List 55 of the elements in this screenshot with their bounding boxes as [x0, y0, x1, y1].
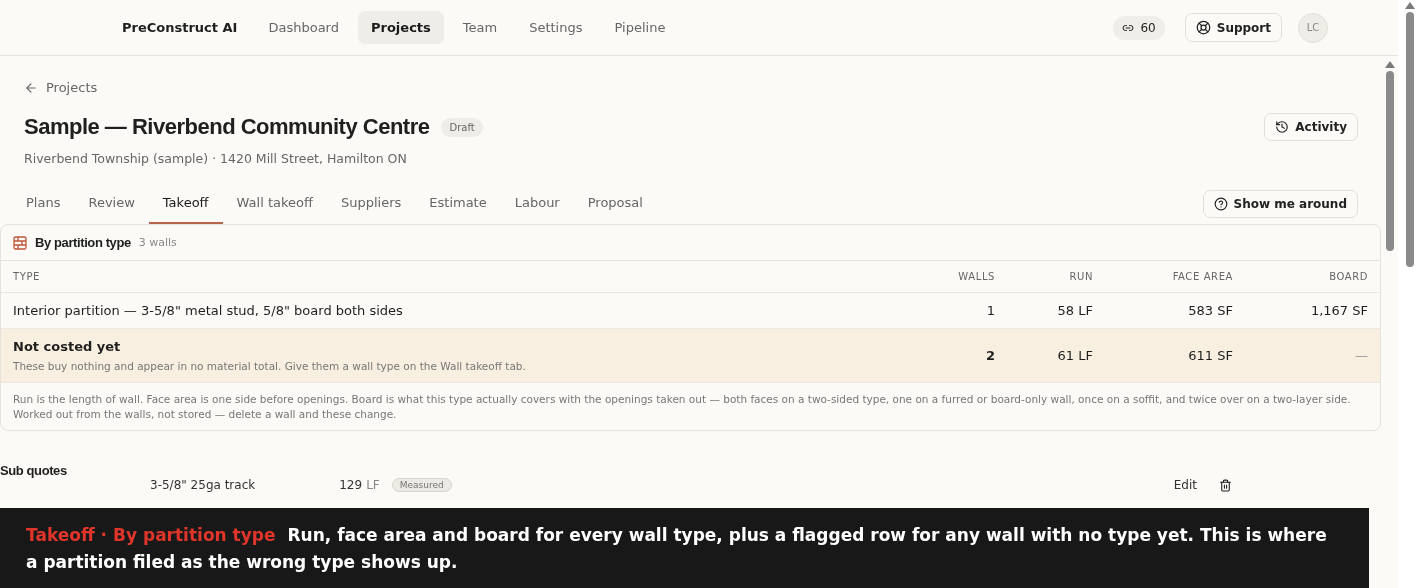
tour-button[interactable]: Show me around [1202, 190, 1358, 218]
row-note: These buy nothing and appear in no material total. Give them a wall type on the Wall takeoff tab. [13, 360, 527, 372]
column-header: TYPE [13, 270, 41, 284]
nav-link[interactable]: Team [449, 11, 511, 44]
nav-link[interactable]: Pipeline [601, 11, 679, 44]
lifebuoy-icon [1195, 20, 1211, 35]
quote-item: 3-5/8" 25ga track [150, 478, 256, 492]
section-title: Sub quotes [0, 463, 68, 478]
table-footnote: Run is the length of wall. Face area is one side before openings. Board is what this type actually covers with the openings taken out — both faces on a two-sided type, one on a furred or board-only wall, once on a soffit, and twice over on a two-layer side. Worked out from the walls, not stored — delete a wall and these change. [12, 392, 1352, 422]
table-cell-text: 2 [984, 347, 995, 365]
support-button[interactable]: Support [1184, 13, 1282, 42]
quote-unit: LF [366, 478, 380, 492]
table-cell-text: — [1354, 347, 1368, 365]
status-badge: Draft [441, 117, 483, 137]
credits-badge: 60 [1113, 15, 1165, 40]
user-avatar[interactable]: LC [1298, 12, 1328, 43]
history-icon [1275, 120, 1290, 134]
status-badge: Measured [391, 478, 452, 492]
tab[interactable]: Estimate [415, 184, 501, 224]
quote-quantity: 129 [339, 478, 363, 492]
tab[interactable]: Labour [500, 184, 574, 224]
brand-name[interactable]: PreConstruct AI [122, 20, 238, 35]
tab[interactable]: Plans [12, 184, 75, 224]
column-header: FACE AREA [1171, 270, 1233, 284]
nav-link[interactable]: Projects [358, 11, 444, 44]
activity-button[interactable]: Activity [1264, 113, 1358, 141]
project-subtitle: Riverbend Township (sample) · 1420 Mill Street, Hamilton ON [24, 151, 408, 166]
table-cell-text: Interior partition — 3-5/8" metal stud, 5/8" board both sides [13, 302, 404, 320]
table-cell-text: 58 LF [1056, 302, 1093, 320]
project-title: Sample — Riverbend Community Centre [24, 114, 430, 140]
table-cell-text: 583 SF [1187, 302, 1233, 320]
column-header: BOARD [1328, 270, 1368, 284]
nav-link[interactable]: Dashboard [255, 11, 352, 44]
brick-wall-icon [13, 235, 27, 250]
column-header: WALLS [957, 270, 995, 284]
scrollbar-thumb[interactable] [1406, 12, 1414, 267]
edit-link[interactable]: Edit [1173, 478, 1197, 492]
table-cell-text: 611 SF [1187, 347, 1233, 365]
caption-text: Takeoff · By partition type Run, face area and board for every wall type, plus a flagged row for any wall with no type yet. This is where a partition filed as the wrong type shows up. [0, 508, 1369, 588]
table-title: By partition type [35, 235, 131, 250]
nav-link[interactable]: Settings [516, 11, 596, 44]
column-header: RUN [1068, 270, 1093, 284]
wall-count: 3 walls [138, 236, 177, 249]
tab[interactable]: Suppliers [326, 184, 416, 224]
table-cell-text: 1 [985, 302, 995, 320]
tab[interactable]: Review [74, 184, 149, 224]
back-link[interactable]: Projects [24, 80, 1382, 95]
tab[interactable]: Wall takeoff [222, 184, 327, 224]
table-cell-text: Not costed yet [13, 339, 122, 354]
scrollbar-thumb[interactable] [1386, 71, 1394, 251]
tab[interactable]: Proposal [573, 184, 657, 224]
table-cell-text: 1,167 SF [1309, 302, 1368, 320]
table-cell-text: 61 LF [1056, 347, 1093, 365]
help-icon [1213, 197, 1228, 211]
trash-icon[interactable] [1219, 478, 1232, 492]
